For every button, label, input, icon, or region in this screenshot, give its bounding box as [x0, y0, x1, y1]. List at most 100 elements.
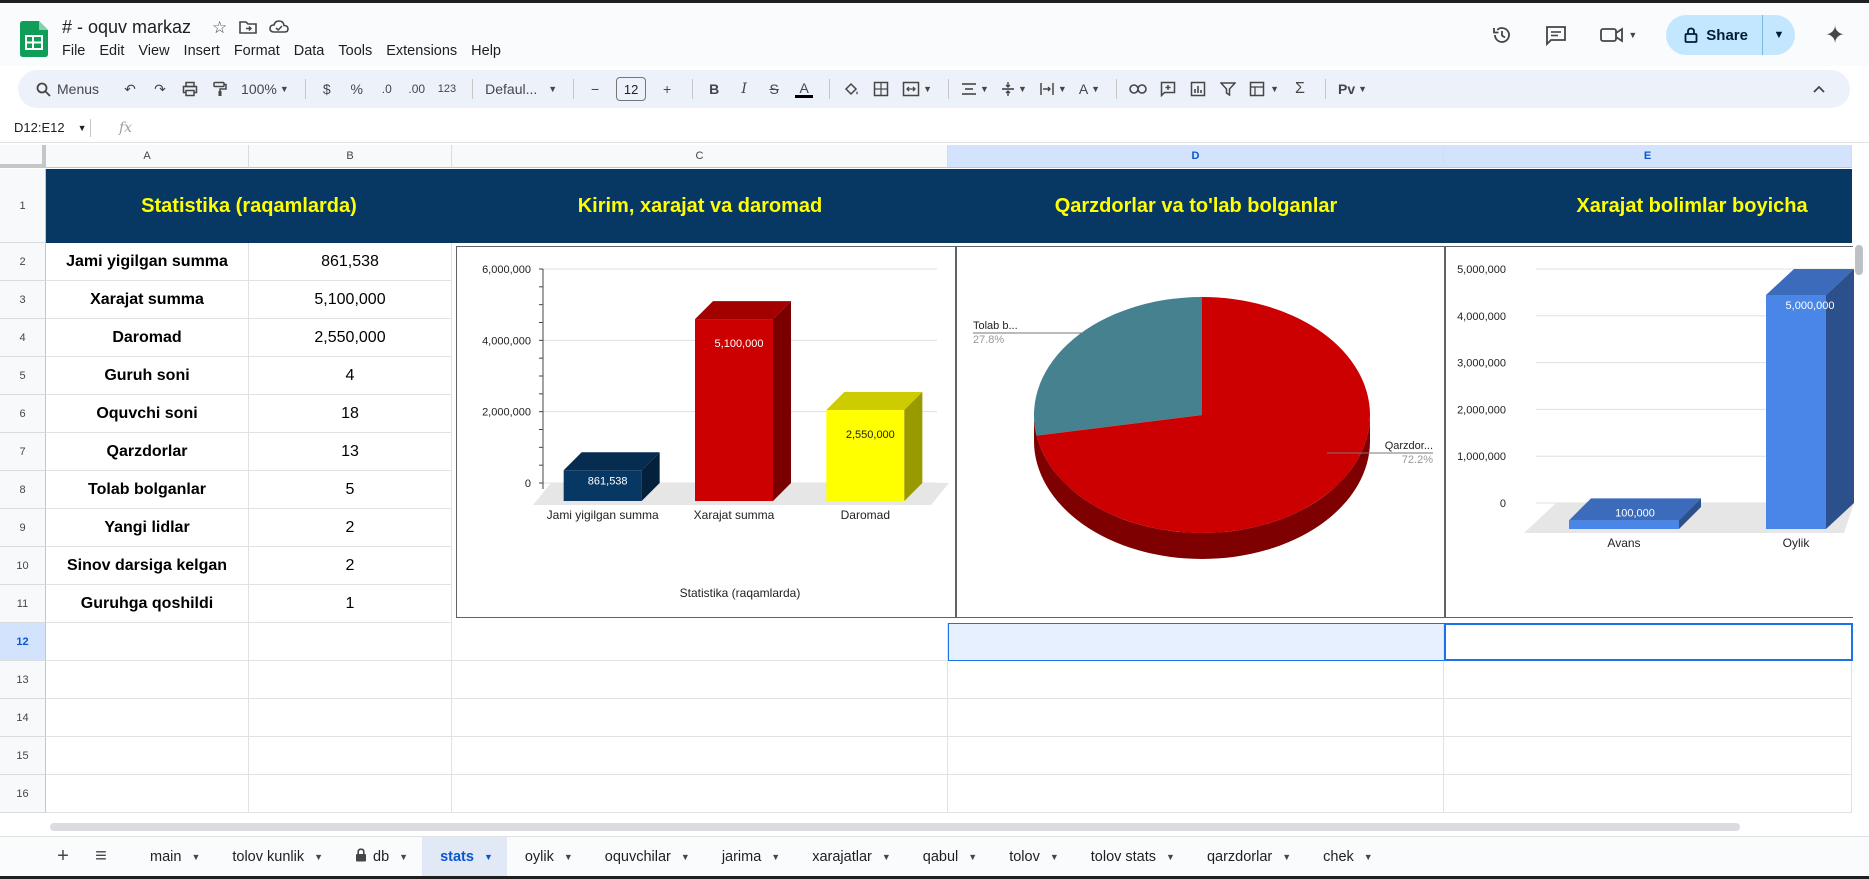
stat-value-cell[interactable]: 18	[249, 395, 452, 433]
input-tools-icon[interactable]: Pv ▼	[1334, 75, 1371, 103]
tab-oylik[interactable]: oylik ▼	[507, 837, 587, 877]
menu-insert[interactable]: Insert	[184, 43, 220, 59]
pie-slice-0[interactable]	[1034, 297, 1202, 436]
chart-income-expense[interactable]: 6,000,000 4,000,000 2,000,000 0 861,538 Jami …	[456, 246, 956, 618]
row-header-11[interactable]: 11	[0, 585, 46, 623]
video-call-icon[interactable]: ▼	[1596, 21, 1640, 49]
filter-icon[interactable]	[1215, 75, 1241, 103]
chevron-down-icon[interactable]: ▼	[484, 852, 493, 862]
chevron-down-icon[interactable]: ▼	[882, 852, 891, 862]
select-all-corner[interactable]	[0, 145, 46, 168]
currency-format-button[interactable]: $	[314, 75, 340, 103]
row-header-15[interactable]: 15	[0, 737, 46, 775]
grid-cell[interactable]	[1444, 699, 1852, 737]
chart-expense-categories[interactable]: 5,000,000 4,000,000 3,000,000 2,000,000 1,00…	[1445, 246, 1854, 618]
insert-link-icon[interactable]	[1125, 75, 1151, 103]
tab-xarajatlar[interactable]: xarajatlar ▼	[794, 837, 905, 877]
insert-chart-icon[interactable]	[1185, 75, 1211, 103]
chart2-header[interactable]: Qarzdorlar va to'lab bolganlar	[948, 169, 1444, 243]
fill-color-icon[interactable]	[838, 75, 864, 103]
grid-cell[interactable]	[249, 737, 452, 775]
document-title[interactable]: # - oquv markaz	[62, 17, 191, 38]
stat-value-cell[interactable]: 2,550,000	[249, 319, 452, 357]
grid-cell[interactable]	[452, 623, 948, 661]
stat-label-cell[interactable]: Xarajat summa	[46, 281, 249, 319]
chevron-down-icon[interactable]: ▼	[314, 852, 323, 862]
grid-cell[interactable]	[249, 699, 452, 737]
stat-value-cell[interactable]: 1	[249, 585, 452, 623]
chevron-down-icon[interactable]: ▼	[1364, 852, 1373, 862]
tab-tolov[interactable]: tolov ▼	[991, 837, 1073, 877]
menu-file[interactable]: File	[62, 43, 85, 59]
star-icon[interactable]: ☆	[212, 18, 227, 38]
name-box[interactable]: D12:E12 ▼	[0, 120, 90, 135]
bold-button[interactable]: B	[701, 75, 727, 103]
stat-value-cell[interactable]: 4	[249, 357, 452, 395]
row-header-6[interactable]: 6	[0, 395, 46, 433]
insert-comment-icon[interactable]	[1155, 75, 1181, 103]
sheets-logo-icon[interactable]	[20, 21, 48, 57]
comment-icon[interactable]	[1542, 21, 1570, 49]
column-header-e[interactable]: E	[1444, 145, 1852, 168]
grid-cell[interactable]	[46, 623, 249, 661]
menu-extensions[interactable]: Extensions	[386, 43, 457, 59]
row-header-14[interactable]: 14	[0, 699, 46, 737]
grid-cell[interactable]	[452, 699, 948, 737]
grid-cell[interactable]	[46, 661, 249, 699]
tab-jarima[interactable]: jarima ▼	[704, 837, 794, 877]
row-header-1[interactable]: 1	[0, 169, 46, 243]
text-wrap-icon[interactable]: ▼	[1035, 75, 1071, 103]
selected-range[interactable]	[948, 623, 1445, 661]
stat-label-cell[interactable]: Guruhga qoshildi	[46, 585, 249, 623]
zoom-select[interactable]: 100% ▼	[237, 75, 293, 103]
collapse-toolbar-icon[interactable]	[1806, 75, 1832, 103]
text-rotation-icon[interactable]: A ▼	[1075, 75, 1104, 103]
chevron-down-icon[interactable]: ▼	[191, 852, 200, 862]
row-header-10[interactable]: 10	[0, 547, 46, 585]
chevron-down-icon[interactable]: ▼	[771, 852, 780, 862]
increase-decimal-button[interactable]: .00	[404, 75, 430, 103]
undo-icon[interactable]: ↶	[117, 75, 143, 103]
functions-icon[interactable]: Σ	[1287, 75, 1313, 103]
row-header-16[interactable]: 16	[0, 775, 46, 813]
grid-cell[interactable]	[948, 661, 1444, 699]
menu-data[interactable]: Data	[294, 43, 325, 59]
grid-cell[interactable]	[1444, 661, 1852, 699]
increase-font-size-button[interactable]: +	[654, 75, 680, 103]
row-header-4[interactable]: 4	[0, 319, 46, 357]
bar-2[interactable]	[826, 392, 923, 501]
cloud-status-icon[interactable]	[269, 18, 290, 36]
stat-label-cell[interactable]: Qarzdorlar	[46, 433, 249, 471]
share-options-button[interactable]: ▼	[1763, 15, 1795, 55]
tab-stats[interactable]: stats ▼	[422, 836, 507, 877]
grid-cell[interactable]	[948, 775, 1444, 813]
stat-value-cell[interactable]: 5,100,000	[249, 281, 452, 319]
stat-label-cell[interactable]: Oquvchi soni	[46, 395, 249, 433]
vertical-scrollbar[interactable]	[1855, 245, 1863, 275]
grid-cell[interactable]	[249, 661, 452, 699]
borders-icon[interactable]	[868, 75, 894, 103]
filter-views-icon[interactable]: ▼	[1245, 75, 1283, 103]
menu-format[interactable]: Format	[234, 43, 280, 59]
stats-title[interactable]: Statistika (raqamlarda)	[46, 169, 452, 243]
italic-button[interactable]: I	[731, 75, 757, 103]
column-header-a[interactable]: A	[46, 145, 249, 168]
percent-format-button[interactable]: %	[344, 75, 370, 103]
tab-chek[interactable]: chek ▼	[1305, 837, 1387, 877]
grid-cell[interactable]	[46, 737, 249, 775]
merge-cells-icon[interactable]: ▼	[898, 75, 936, 103]
chevron-down-icon[interactable]: ▼	[681, 852, 690, 862]
stat-value-cell[interactable]: 2	[249, 547, 452, 585]
row-header-12[interactable]: 12	[0, 623, 46, 661]
vertical-align-icon[interactable]: ▼	[997, 75, 1031, 103]
tab-oquvchilar[interactable]: oquvchilar ▼	[587, 837, 704, 877]
menu-tools[interactable]: Tools	[338, 43, 372, 59]
chart-debtors-pie[interactable]: Tolab b... 27.8% Qarzdor... 72.2%	[956, 246, 1445, 618]
font-select[interactable]: Defaul... ▼	[481, 75, 561, 103]
row-header-7[interactable]: 7	[0, 433, 46, 471]
chart1-header[interactable]: Kirim, xarajat va daromad	[452, 169, 948, 243]
chevron-down-icon[interactable]: ▼	[968, 852, 977, 862]
paint-format-icon[interactable]	[207, 75, 233, 103]
stat-label-cell[interactable]: Sinov darsiga kelgan	[46, 547, 249, 585]
column-header-c[interactable]: C	[452, 145, 948, 168]
